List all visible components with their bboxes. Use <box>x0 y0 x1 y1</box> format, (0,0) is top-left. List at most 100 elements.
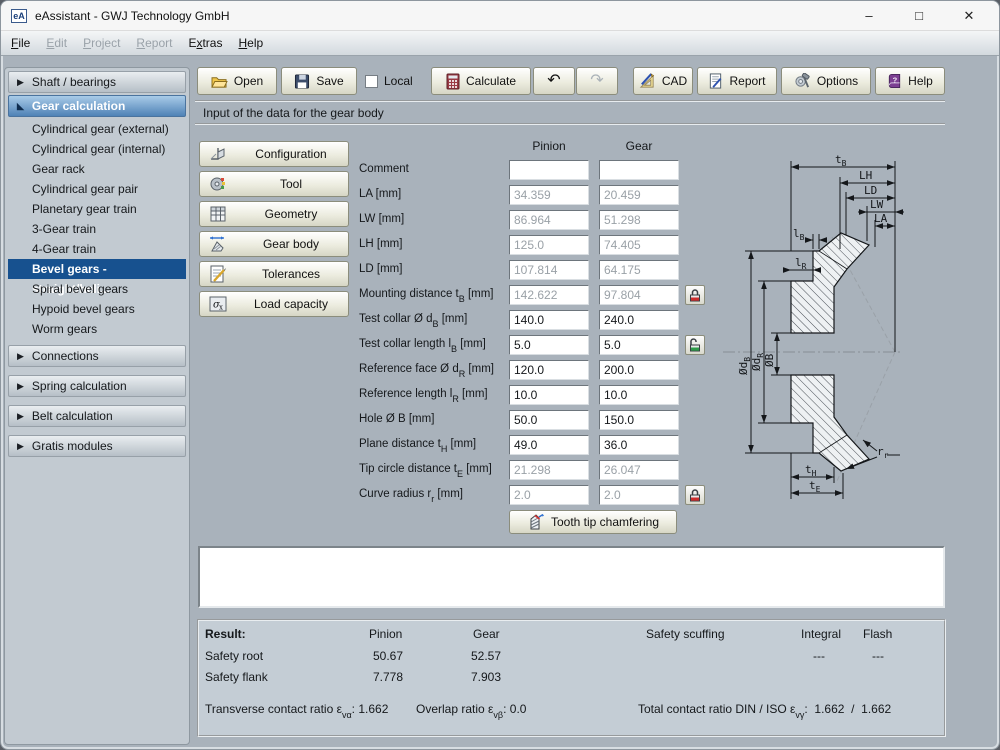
local-checkbox[interactable] <box>365 74 378 88</box>
form-label: LA [mm] <box>359 188 402 200</box>
svg-text:ØB: ØB <box>763 353 776 367</box>
bevel-gear-drawing: tB LH LD LW LA lB lR ØdB ØdR ØB tH tE rr <box>723 153 904 499</box>
tooth-tip-chamfering-button[interactable]: Tooth tip chamfering <box>509 510 677 534</box>
sidebar-section-connections[interactable]: ▶ Connections <box>8 345 186 367</box>
plane-distance-gear-input[interactable] <box>599 435 679 455</box>
form-label: Reference length lR [mm] <box>359 388 488 405</box>
open-button[interactable]: Open <box>197 67 277 95</box>
minimize-button[interactable]: – <box>849 4 889 28</box>
mounting-distance-pinion-input[interactable] <box>509 285 589 305</box>
form-label: Hole Ø B [mm] <box>359 413 435 425</box>
tolerances-button[interactable]: Tolerances <box>199 261 349 287</box>
reference-length-gear-input[interactable] <box>599 385 679 405</box>
lw-pinion-input[interactable] <box>509 210 589 230</box>
form-label: LD [mm] <box>359 263 403 275</box>
safety-flank-label: Safety flank <box>205 670 268 684</box>
menu-project[interactable]: Project <box>83 36 120 50</box>
menu-edit[interactable]: Edit <box>46 36 67 50</box>
redo-button[interactable]: ↷ <box>576 67 618 95</box>
maximize-button[interactable]: □ <box>899 4 939 28</box>
sidebar-section-belt-calculation[interactable]: ▶ Belt calculation <box>8 405 186 427</box>
curve-radius-gear-input[interactable] <box>599 485 679 505</box>
reference-face-diameter-pinion-input[interactable] <box>509 360 589 380</box>
options-tools-icon <box>795 73 810 88</box>
calculate-button[interactable]: Calculate <box>431 67 531 95</box>
mounting-distance-gear-input[interactable] <box>599 285 679 305</box>
test-collar-length-pinion-input[interactable] <box>509 335 589 355</box>
report-button[interactable]: Report <box>697 67 777 95</box>
form-row-mounting-distance: Mounting distance tB [mm] <box>359 285 709 305</box>
sidebar-item-3-gear-train[interactable]: 3-Gear train <box>8 219 186 239</box>
calculator-icon <box>446 73 460 89</box>
gear-body-button[interactable]: Gear body <box>199 231 349 257</box>
sidebar-item-cylindrical-gear-internal[interactable]: Cylindrical gear (internal) <box>8 139 186 159</box>
menu-file[interactable]: File <box>11 36 30 50</box>
sidebar-item-spiral-bevel-gears[interactable]: Spiral bevel gears <box>8 279 186 299</box>
lh-pinion-input[interactable] <box>509 235 589 255</box>
menu-extras[interactable]: Extras <box>188 36 222 50</box>
la-pinion-input[interactable] <box>509 185 589 205</box>
options-button[interactable]: Options <box>781 67 871 95</box>
test-collar-length-gear-input[interactable] <box>599 335 679 355</box>
comment-gear-input[interactable] <box>599 160 679 180</box>
la-gear-input[interactable] <box>599 185 679 205</box>
sidebar-item-worm-gears[interactable]: Worm gears <box>8 319 186 339</box>
safety-root-flash-value: --- <box>872 649 884 663</box>
form-row-lh: LH [mm] <box>359 235 709 255</box>
sidebar-section-spring-calculation[interactable]: ▶ Spring calculation <box>8 375 186 397</box>
lock-closed-icon <box>690 489 700 502</box>
save-button[interactable]: Save <box>281 67 357 95</box>
lh-gear-input[interactable] <box>599 235 679 255</box>
geometry-icon <box>210 206 226 222</box>
ld-pinion-input[interactable] <box>509 260 589 280</box>
tip-circle-distance-gear-input[interactable] <box>599 460 679 480</box>
plane-distance-pinion-input[interactable] <box>509 435 589 455</box>
transverse-contact-ratio: Transverse contact ratio εvα: 1.662 <box>205 702 389 721</box>
menu-report[interactable]: Report <box>136 36 172 50</box>
window-title: eAssistant - GWJ Technology GmbH <box>35 8 230 23</box>
comment-pinion-input[interactable] <box>509 160 589 180</box>
sidebar-section-gratis-modules[interactable]: ▶ Gratis modules <box>8 435 186 457</box>
safety-root-gear-value: 52.57 <box>471 649 502 663</box>
undo-button[interactable]: ↶ <box>533 67 575 95</box>
chevron-right-icon: ▶ <box>17 410 24 421</box>
hole-diameter-gear-input[interactable] <box>599 410 679 430</box>
geometry-button[interactable]: Geometry <box>199 201 349 227</box>
configuration-button[interactable]: Configuration <box>199 141 349 167</box>
help-book-icon: ? <box>889 73 901 89</box>
sidebar-item-hypoid-bevel-gears[interactable]: Hypoid bevel gears <box>8 299 186 319</box>
sidebar-item-4-gear-train[interactable]: 4-Gear train <box>8 239 186 259</box>
result-col-gear: Gear <box>473 627 500 641</box>
result-col-pinion: Pinion <box>369 627 403 641</box>
message-area[interactable] <box>198 546 945 608</box>
test-collar-diameter-pinion-input[interactable] <box>509 310 589 330</box>
sidebar-item-planetary-gear-train[interactable]: Planetary gear train <box>8 199 186 219</box>
curve-radius-pinion-input[interactable] <box>509 485 589 505</box>
load-capacity-button[interactable]: σ x Load capacity <box>199 291 349 317</box>
svg-text:LA: LA <box>874 212 888 225</box>
sidebar-item-cylindrical-gear-pair[interactable]: Cylindrical gear pair <box>8 179 186 199</box>
close-button[interactable]: ✕ <box>949 4 989 28</box>
open-folder-icon <box>211 76 228 88</box>
help-button[interactable]: ? Help <box>875 67 945 95</box>
reference-length-pinion-input[interactable] <box>509 385 589 405</box>
sidebar-section-shaft-bearings[interactable]: ▶ Shaft / bearings <box>8 71 186 93</box>
sidebar-item-gear-rack[interactable]: Gear rack <box>8 159 186 179</box>
lw-gear-input[interactable] <box>599 210 679 230</box>
sidebar-section-gear-calculation[interactable]: ◣ Gear calculation <box>8 95 186 117</box>
svg-text:tE: tE <box>809 479 821 494</box>
reference-face-diameter-gear-input[interactable] <box>599 360 679 380</box>
hole-diameter-pinion-input[interactable] <box>509 410 589 430</box>
sidebar-item-cylindrical-gear-external[interactable]: Cylindrical gear (external) <box>8 119 186 139</box>
cad-button[interactable]: CAD <box>633 67 693 95</box>
test-collar-diameter-gear-input[interactable] <box>599 310 679 330</box>
cad-ruler-pencil-icon <box>639 73 654 88</box>
form-row-tip-circle-distance: Tip circle distance tE [mm] <box>359 460 709 480</box>
configuration-icon <box>210 148 225 160</box>
ld-gear-input[interactable] <box>599 260 679 280</box>
tool-button[interactable]: Tool <box>199 171 349 197</box>
sidebar-item-bevel-gears[interactable]: Bevel gears - straight/heli... <box>8 259 186 296</box>
menu-help[interactable]: Help <box>238 36 263 50</box>
tip-circle-distance-pinion-input[interactable] <box>509 460 589 480</box>
form-label: Plane distance tH [mm] <box>359 438 477 455</box>
